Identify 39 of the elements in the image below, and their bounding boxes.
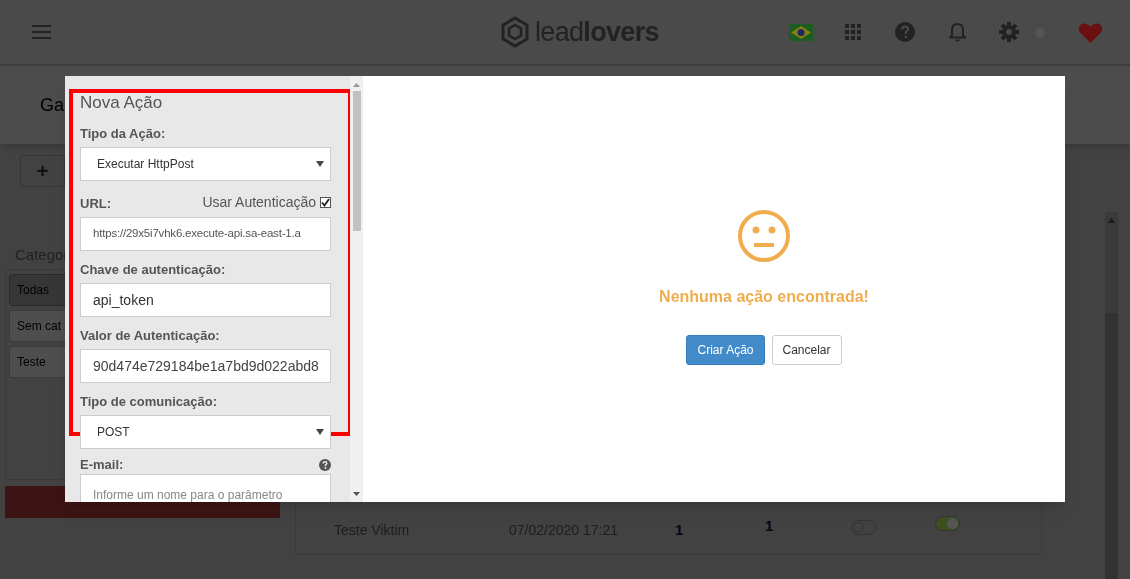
caret-icon [316,161,324,167]
menu-icon[interactable] [32,25,51,39]
field-label: URL: [80,194,112,213]
field-label: E-mail: [80,456,124,474]
caret-icon [316,429,324,435]
form-scrollbar[interactable] [350,76,363,502]
table-cell-text: 1 [765,516,774,536]
scroll-up-icon[interactable] [1108,218,1115,223]
table-cell-text: 1 [675,520,684,540]
apps-grid-icon[interactable] [845,24,861,40]
brazil-flag-icon [789,24,813,41]
checkbox[interactable] [320,197,331,208]
empty-state-message: Nenhuma ação encontrada! [659,287,869,307]
checkbox-label: Usar Autenticação [202,193,316,212]
dialog-button[interactable]: Criar Ação [686,335,765,365]
help-icon[interactable] [319,458,331,471]
toggle-switch[interactable] [935,516,960,531]
hexagon-logo-icon [500,16,530,48]
input-field[interactable]: 90d474e729184be1a7bd9d022abd8 [80,349,331,383]
heart-icon[interactable] [1078,22,1103,44]
select-field[interactable]: POST [80,415,331,449]
input-field[interactable]: https://29x5i7vhk6.execute-api.sa-east-1.a [80,217,331,251]
field-label: Chave de autenticação: [80,260,226,279]
field-label: Tipo da Ação: [80,124,166,143]
scroll-down-icon[interactable] [353,492,360,496]
neutral-face-icon [737,209,791,263]
dialog-button[interactable]: Cancelar [771,335,842,365]
field-label: Tipo de comunicação: [80,392,217,411]
page-title: Ga [40,94,64,117]
input-field[interactable]: Informe um nome para o parâmetro [80,474,331,502]
scroll-up-icon[interactable] [353,83,360,87]
page-scrollbar[interactable] [1105,212,1118,579]
settings-icon[interactable] [999,22,1019,42]
select-field[interactable]: Executar HttpPost [80,147,331,181]
form-title: Nova Ação [80,93,164,113]
bell-icon[interactable] [949,22,966,42]
field-label: Valor de Autenticação: [80,326,220,345]
scrollbar-thumb[interactable] [352,91,361,231]
input-field[interactable]: api_token [80,283,331,317]
